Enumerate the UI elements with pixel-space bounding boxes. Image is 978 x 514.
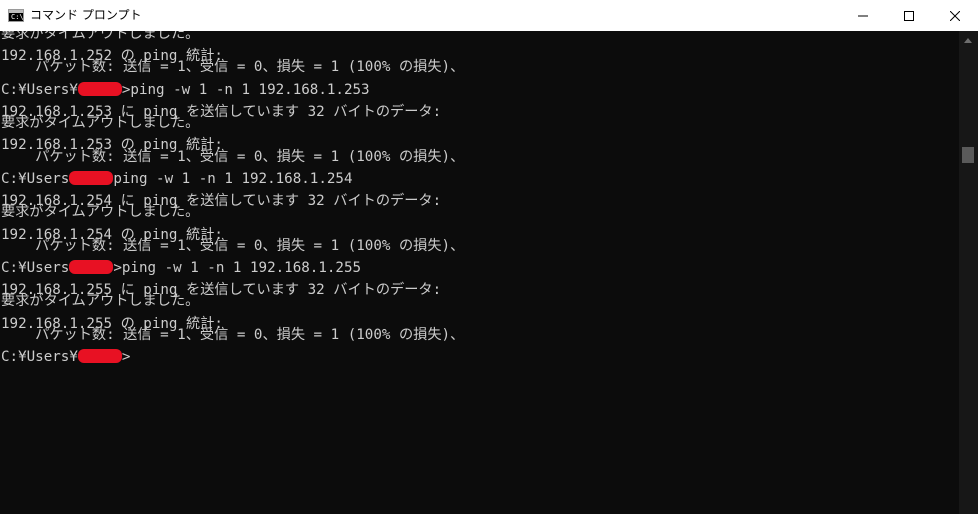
scroll-up-arrow-icon[interactable]: [964, 38, 972, 43]
minimize-button[interactable]: [840, 0, 886, 31]
prompt-command: >ping -w 1 -n 1 192.168.1.255: [113, 259, 362, 276]
maximize-button[interactable]: [886, 0, 932, 31]
prompt-path: C:¥Users¥: [1, 81, 78, 98]
title-bar[interactable]: C:\ コマンド プロンプト: [0, 0, 978, 31]
prompt-command: >ping -w 1 -n 1 192.168.1.253: [121, 81, 370, 98]
prompt-command: >: [121, 349, 131, 366]
close-button[interactable]: [932, 0, 978, 31]
minimize-icon: [858, 15, 868, 16]
command-prompt-icon-label: C:\: [11, 13, 24, 21]
maximize-icon: [904, 10, 914, 21]
window-title: コマンド プロンプト: [30, 8, 142, 22]
redacted-username-mark: [69, 170, 114, 185]
close-icon: [950, 10, 960, 21]
prompt-path: C:¥Users: [1, 170, 70, 187]
command-prompt-line: C:¥Users¥ >: [1, 349, 959, 365]
command-prompt-window: C:\ コマンド プロンプト 要求がタイムアウトしました。 192.168.1.…: [0, 0, 978, 514]
command-prompt-icon[interactable]: C:\: [8, 9, 24, 22]
console-output[interactable]: 要求がタイムアウトしました。 192.168.1.252 の ping 統計: パ…: [0, 31, 959, 514]
redacted-username-mark: [69, 259, 114, 274]
prompt-path: C:¥Users: [1, 259, 70, 276]
scrollbar-thumb[interactable]: [962, 147, 974, 163]
console-lines: 要求がタイムアウトしました。 192.168.1.252 の ping 統計: パ…: [0, 31, 959, 365]
redacted-username-mark: [77, 81, 122, 96]
prompt-command: ping -w 1 -n 1 192.168.1.254: [113, 170, 353, 187]
prompt-path: C:¥Users¥: [1, 349, 78, 366]
redacted-username-mark: [77, 349, 122, 364]
vertical-scrollbar[interactable]: [959, 31, 978, 514]
window-controls: [840, 0, 978, 31]
